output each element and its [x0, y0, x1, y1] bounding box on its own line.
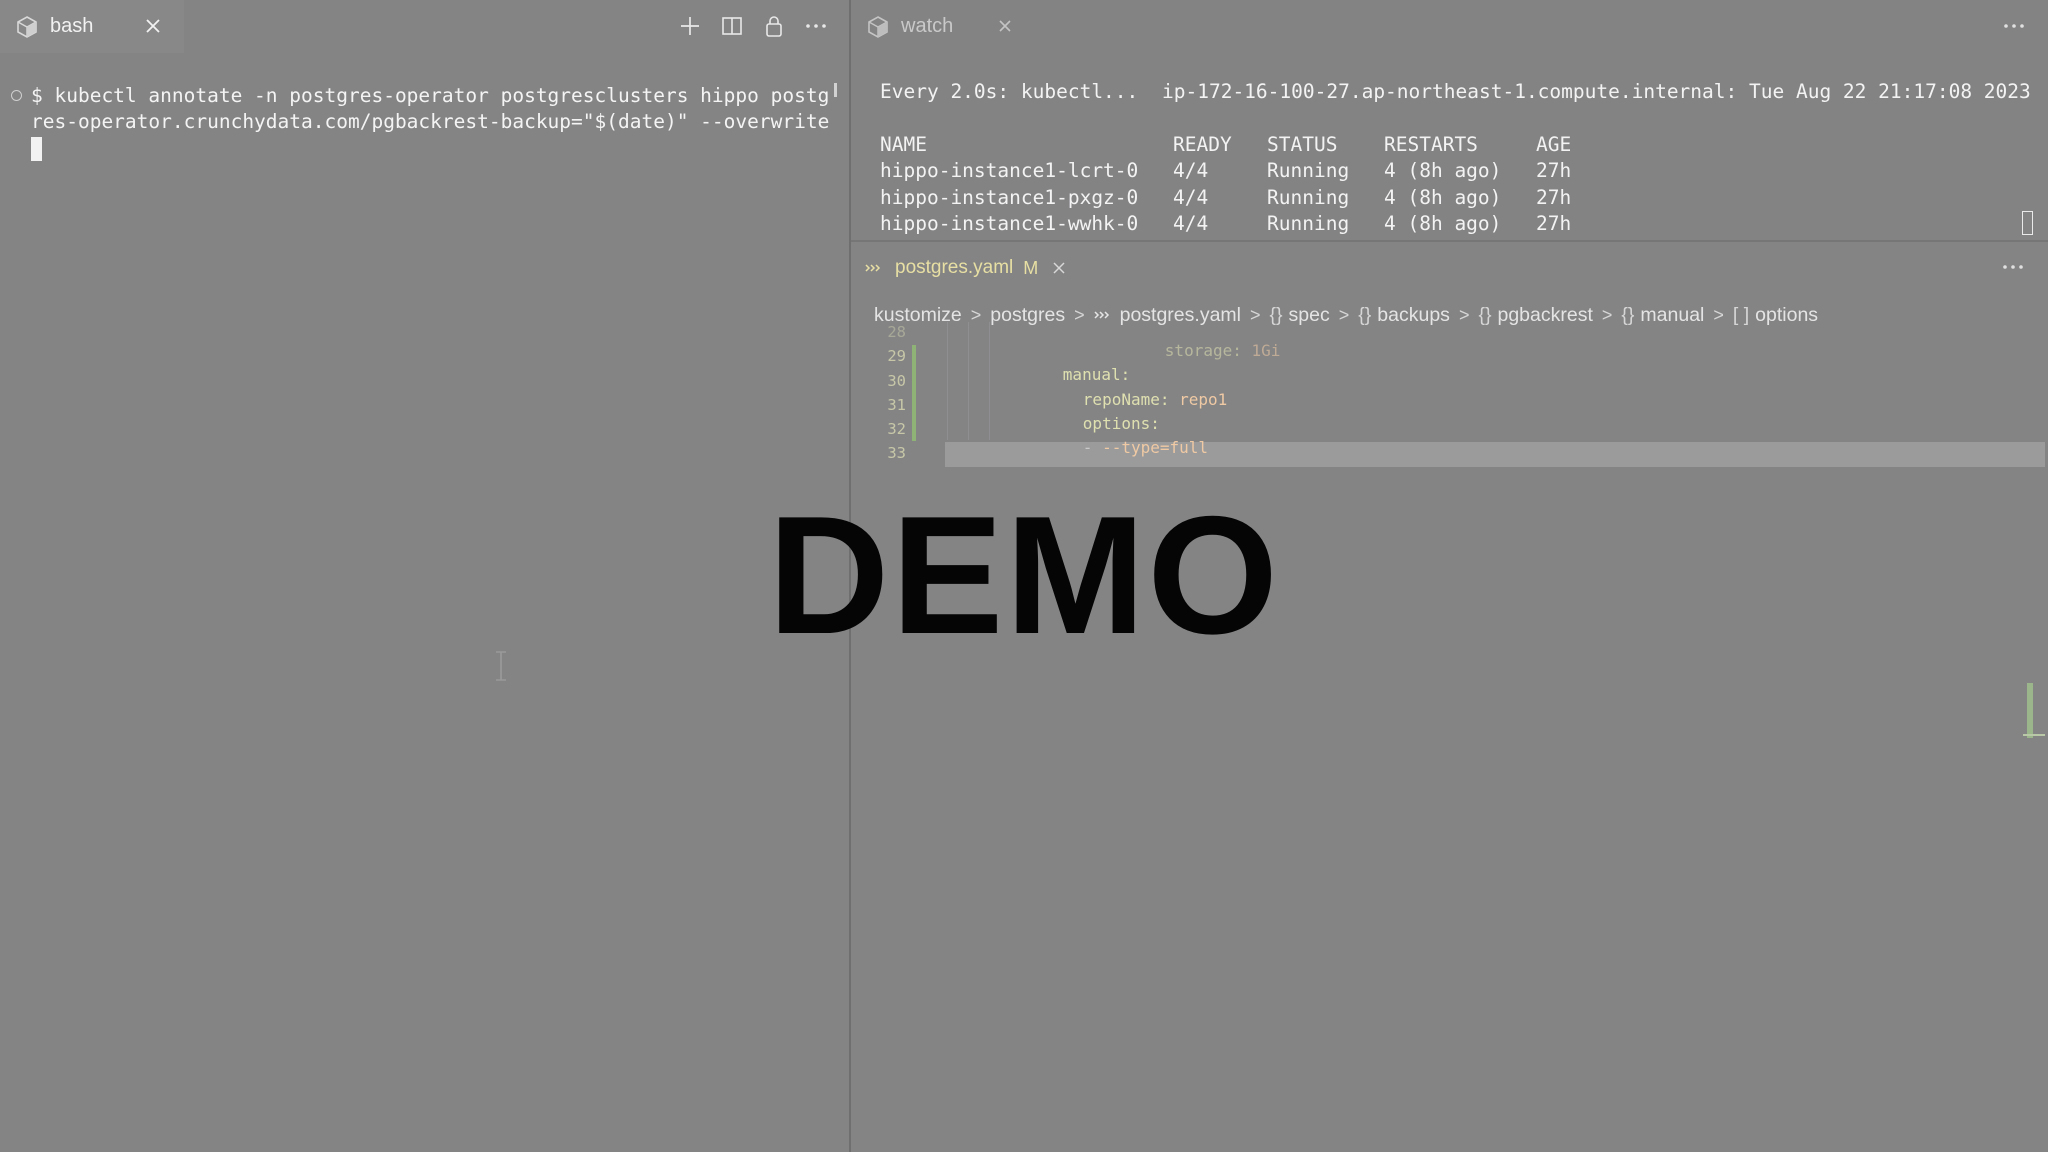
yaml-value: 1Gi — [1251, 341, 1281, 360]
watch-header-command: Every 2.0s: kubectl... — [880, 80, 1139, 103]
tab-label: postgres.yaml — [895, 257, 1014, 278]
chevron-right-icon: > — [1074, 304, 1085, 325]
breadcrumb: kustomize > postgres > postgres.yaml > {… — [874, 297, 1818, 333]
pod-ready: 4/4 — [1173, 159, 1209, 182]
array-symbol-icon: [ ] — [1732, 303, 1750, 326]
pod-ready: 4/4 — [1173, 186, 1209, 209]
terminal-command-line-1: $ kubectl annotate -n postgres-operator … — [31, 84, 830, 107]
terminal-cursor — [31, 137, 42, 161]
more-icon[interactable] — [801, 11, 831, 41]
breadcrumb-item[interactable]: postgres — [990, 304, 1065, 327]
chevron-right-icon: > — [970, 304, 982, 325]
chevron-right-icon: > — [1713, 304, 1724, 325]
yaml-file-icon — [865, 263, 883, 273]
tab-bash[interactable]: bash — [0, 0, 184, 53]
object-symbol-icon: {} — [1621, 303, 1635, 326]
chevron-right-icon: > — [1458, 304, 1470, 325]
terminal-scroll-indicator[interactable] — [834, 83, 837, 97]
close-icon[interactable] — [1048, 257, 1070, 279]
column-header-restarts: RESTARTS — [1384, 133, 1478, 156]
terminal-toolbar — [675, 11, 831, 41]
editor-scrollbar-thumb[interactable] — [2027, 683, 2033, 738]
more-icon[interactable] — [2001, 14, 2027, 38]
indent-guide — [989, 322, 990, 440]
tab-postgres-yaml[interactable]: postgres.yaml M — [851, 242, 1091, 294]
pod-status: Running — [1267, 159, 1350, 182]
tab-label: bash — [50, 15, 94, 37]
more-icon[interactable] — [2000, 255, 2026, 279]
breadcrumb-item[interactable]: manual — [1640, 304, 1704, 327]
breadcrumb-item[interactable]: pgbackrest — [1497, 304, 1592, 327]
breadcrumb-item[interactable]: spec — [1289, 304, 1330, 327]
pod-age: 27h — [1536, 159, 1572, 182]
git-added-indicator — [912, 345, 916, 441]
object-symbol-icon: {} — [1358, 303, 1372, 326]
line-number: 28 — [887, 323, 906, 341]
pod-name: hippo-instance1-pxgz-0 — [880, 186, 1139, 209]
split-icon[interactable] — [717, 11, 747, 41]
line-number: 33 — [887, 444, 906, 462]
pod-age: 27h — [1536, 212, 1572, 235]
command-status-icon — [11, 90, 22, 101]
line-number: 31 — [887, 396, 906, 414]
bash-tab-bar: bash — [0, 0, 849, 53]
breadcrumb-item[interactable]: backups — [1377, 304, 1450, 327]
terminal-cube-icon — [16, 15, 38, 38]
modified-indicator: M — [1023, 257, 1039, 278]
column-header-status: STATUS — [1267, 133, 1338, 156]
yaml-value: repo1 — [1179, 390, 1228, 409]
pod-age: 27h — [1536, 186, 1572, 209]
editor-scrollbar-marker — [2023, 734, 2045, 736]
code-line-32: - --type=full — [1025, 419, 1208, 476]
line-number: 29 — [887, 347, 906, 365]
lock-icon[interactable] — [759, 11, 789, 41]
tab-watch[interactable]: watch — [851, 0, 1036, 53]
line-number: 32 — [887, 420, 906, 438]
watch-terminal-cursor-block — [2022, 211, 2033, 235]
yaml-file-icon — [1094, 310, 1112, 320]
indent-guide — [947, 322, 948, 440]
pod-name: hippo-instance1-wwhk-0 — [880, 212, 1139, 235]
indent-guide — [968, 322, 969, 440]
object-symbol-icon: {} — [1478, 303, 1492, 326]
watch-terminal-pane: watch Every 2.0s: kubectl... ip-172-16-1… — [851, 0, 2048, 240]
chevron-right-icon: > — [1338, 304, 1350, 325]
close-icon[interactable] — [992, 13, 1018, 39]
pod-name: hippo-instance1-lcrt-0 — [880, 159, 1139, 182]
yaml-list-dash: - — [1082, 438, 1093, 457]
demo-watermark: DEMO — [768, 481, 1280, 669]
column-header-name: NAME — [880, 133, 927, 156]
tab-label: watch — [901, 15, 954, 37]
breadcrumb-item[interactable]: options — [1755, 304, 1818, 327]
pod-restarts: 4 (8h ago) — [1384, 159, 1502, 182]
yaml-editor-pane: postgres.yaml M kustomize > postgres > p… — [851, 242, 2048, 1152]
plus-icon[interactable] — [675, 11, 705, 41]
pod-status: Running — [1267, 212, 1350, 235]
pod-status: Running — [1267, 186, 1350, 209]
column-header-ready: READY — [1173, 133, 1232, 156]
line-number: 30 — [887, 372, 906, 390]
pod-ready: 4/4 — [1173, 212, 1209, 235]
terminal-command-line-2: res-operator.crunchydata.com/pgbackrest-… — [31, 110, 830, 133]
watch-header-host-time: ip-172-16-100-27.ap-northeast-1.compute.… — [1162, 80, 2031, 103]
column-header-age: AGE — [1536, 133, 1572, 156]
chevron-right-icon: > — [1601, 304, 1613, 325]
close-icon[interactable] — [140, 13, 166, 39]
yaml-value: --type=full — [1102, 438, 1209, 457]
pod-restarts: 4 (8h ago) — [1384, 186, 1502, 209]
terminal-cube-icon — [867, 15, 889, 38]
yaml-key: storage: — [1164, 341, 1242, 360]
pod-restarts: 4 (8h ago) — [1384, 212, 1502, 235]
